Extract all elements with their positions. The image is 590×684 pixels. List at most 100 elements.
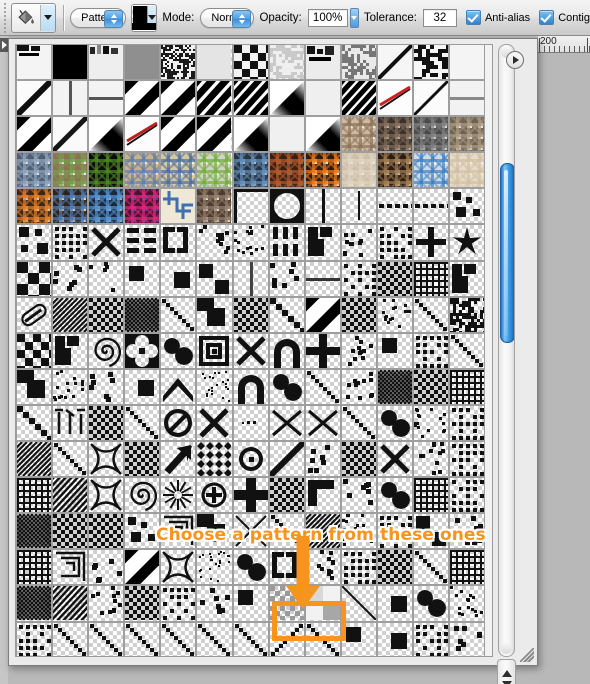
pattern-swatch-cell[interactable] xyxy=(269,153,304,188)
pattern-swatch-cell[interactable] xyxy=(233,550,268,585)
pattern-swatch-cell[interactable] xyxy=(53,405,88,441)
document-canvas[interactable] xyxy=(538,53,590,684)
pattern-swatch-cell[interactable] xyxy=(197,478,232,513)
pattern-swatch-cell[interactable] xyxy=(305,333,340,368)
pattern-swatch-cell[interactable] xyxy=(89,297,124,332)
pattern-swatch-cell[interactable] xyxy=(53,478,88,513)
panel-flyout-menu-icon[interactable] xyxy=(506,51,524,69)
pattern-swatch-cell[interactable] xyxy=(125,189,160,224)
pattern-swatch-cell[interactable] xyxy=(53,225,88,260)
pattern-swatch-cell[interactable] xyxy=(450,586,485,621)
pattern-swatch-cell[interactable] xyxy=(377,153,413,188)
pattern-swatch-cell[interactable] xyxy=(450,261,485,296)
pattern-swatch-cell[interactable] xyxy=(305,225,340,260)
pattern-swatch-cell[interactable] xyxy=(125,333,160,368)
pattern-swatch-preview[interactable] xyxy=(131,5,157,30)
pattern-swatch-cell[interactable] xyxy=(89,333,124,368)
pattern-swatch-cell[interactable] xyxy=(269,81,304,116)
pattern-swatch-cell[interactable] xyxy=(341,586,376,621)
pattern-swatch-cell[interactable] xyxy=(89,442,124,477)
pattern-swatch-cell[interactable] xyxy=(53,261,88,296)
pattern-swatch-cell[interactable] xyxy=(341,369,376,404)
pattern-swatch-cell[interactable] xyxy=(197,622,232,656)
pattern-swatch-cell[interactable] xyxy=(125,45,160,80)
pattern-swatch-cell[interactable] xyxy=(233,622,268,656)
pattern-swatch-cell[interactable] xyxy=(377,369,413,404)
pattern-swatch-cell[interactable] xyxy=(233,81,268,116)
horizontal-ruler[interactable]: 200 xyxy=(538,36,590,53)
pattern-swatch-cell[interactable] xyxy=(89,478,124,513)
pattern-highlight-rect[interactable] xyxy=(272,601,346,641)
pattern-swatch-cell[interactable] xyxy=(377,261,413,296)
pattern-swatch-cell[interactable] xyxy=(377,189,413,224)
pattern-swatch-cell[interactable] xyxy=(53,369,88,404)
pattern-swatch-cell[interactable] xyxy=(377,550,413,585)
scrollbar-thumb[interactable] xyxy=(500,163,514,343)
pattern-swatch-cell[interactable] xyxy=(125,297,160,332)
pattern-swatch-cell[interactable] xyxy=(269,225,304,260)
pattern-swatch-cell[interactable] xyxy=(414,369,449,404)
pattern-swatch-cell[interactable] xyxy=(450,225,485,260)
pattern-swatch-cell[interactable] xyxy=(233,478,268,513)
pattern-grid-scrollbar[interactable] xyxy=(498,44,515,657)
pattern-swatch-cell[interactable] xyxy=(161,261,196,296)
pattern-swatch-cell[interactable] xyxy=(377,333,413,368)
pattern-swatch-cell[interactable] xyxy=(161,153,196,188)
pattern-swatch-cell[interactable] xyxy=(414,153,449,188)
pattern-swatch-cell[interactable] xyxy=(125,81,160,116)
pattern-swatch-cell[interactable] xyxy=(414,442,449,477)
pattern-swatch-cell[interactable] xyxy=(450,405,485,441)
pattern-grid-viewport[interactable] xyxy=(15,44,493,657)
pattern-swatch-cell[interactable] xyxy=(269,297,304,332)
pattern-swatch-cell[interactable] xyxy=(305,442,340,477)
pattern-swatch-cell[interactable] xyxy=(341,405,376,441)
pattern-swatch-cell[interactable] xyxy=(269,189,304,224)
pattern-swatch-cell[interactable] xyxy=(197,261,232,296)
pattern-swatch-cell[interactable] xyxy=(161,369,196,404)
pattern-swatch-cell[interactable] xyxy=(233,405,268,441)
pattern-swatch-cell[interactable] xyxy=(269,45,304,80)
pattern-swatch-cell[interactable] xyxy=(161,297,196,332)
pattern-swatch-cell[interactable] xyxy=(125,442,160,477)
anti-alias-checkbox[interactable] xyxy=(465,10,481,25)
pattern-swatch-cell[interactable] xyxy=(341,478,376,513)
pattern-swatch-cell[interactable] xyxy=(305,550,340,585)
pattern-swatch-cell[interactable] xyxy=(305,45,340,80)
pattern-swatch-cell[interactable] xyxy=(17,225,52,260)
pattern-swatch-cell[interactable] xyxy=(233,45,268,80)
pattern-swatch-cell[interactable] xyxy=(89,586,124,621)
pattern-swatch-cell[interactable] xyxy=(161,442,196,477)
pattern-swatch-cell[interactable] xyxy=(377,442,413,477)
pattern-swatch-cell[interactable] xyxy=(414,117,449,152)
pattern-swatch-cell[interactable] xyxy=(17,45,52,80)
pattern-swatch-cell[interactable] xyxy=(125,514,160,549)
pattern-swatch-cell[interactable] xyxy=(377,81,413,116)
pattern-swatch-cell[interactable] xyxy=(161,550,196,585)
resize-grip-icon[interactable] xyxy=(520,648,534,662)
paint-bucket-icon[interactable] xyxy=(11,4,41,31)
pattern-swatch-cell[interactable] xyxy=(125,369,160,404)
pattern-swatch-cell[interactable] xyxy=(53,586,88,621)
pattern-swatch-cell[interactable] xyxy=(377,622,413,656)
pattern-swatch-cell[interactable] xyxy=(377,45,413,80)
pattern-swatch-cell[interactable] xyxy=(377,297,413,332)
pattern-swatch-cell[interactable] xyxy=(53,550,88,585)
pattern-swatch-cell[interactable] xyxy=(450,45,485,80)
pattern-swatch-cell[interactable] xyxy=(269,333,304,368)
pattern-swatch-cell[interactable] xyxy=(341,81,376,116)
pattern-swatch-cell[interactable] xyxy=(341,189,376,224)
pattern-swatch-cell[interactable] xyxy=(341,225,376,260)
contiguous-checkbox-row[interactable]: Contig xyxy=(539,10,590,25)
pattern-swatch-cell[interactable] xyxy=(89,514,124,549)
pattern-swatch-cell[interactable] xyxy=(17,117,52,152)
pattern-swatch-cell[interactable] xyxy=(414,478,449,513)
pattern-swatch-cell[interactable] xyxy=(17,153,52,188)
pattern-swatch-cell[interactable] xyxy=(17,261,52,296)
pattern-swatch-cell[interactable] xyxy=(53,189,88,224)
pattern-swatch-cell[interactable] xyxy=(53,117,88,152)
pattern-swatch-cell[interactable] xyxy=(450,153,485,188)
pattern-swatch-cell[interactable] xyxy=(53,622,88,656)
pattern-swatch-button[interactable] xyxy=(130,3,158,32)
pattern-swatch-cell[interactable] xyxy=(233,261,268,296)
pattern-swatch-cell[interactable] xyxy=(233,369,268,404)
